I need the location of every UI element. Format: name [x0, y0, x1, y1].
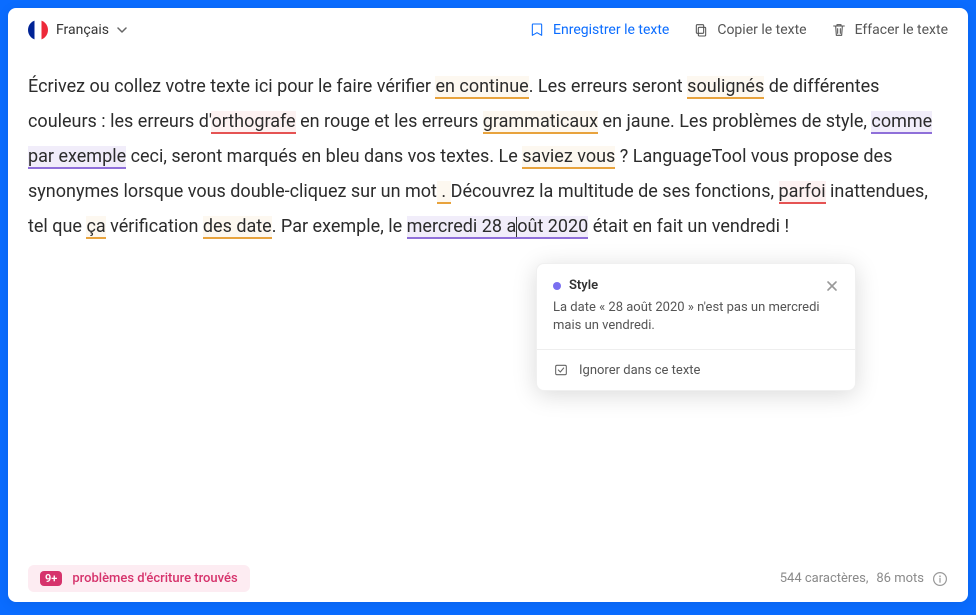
- grammar-error[interactable]: saviez vous: [522, 146, 615, 169]
- text-fragment: était en fait un vendredi !: [588, 216, 789, 237]
- popup-message: La date « 28 août 2020 » n'est pas un me…: [537, 299, 855, 349]
- copy-label: Copier le texte: [717, 22, 806, 38]
- text-fragment: Écrivez ou collez votre texte ici pour l…: [28, 76, 435, 97]
- editor-card: Français Enregistrer le texte Copier le …: [8, 8, 968, 602]
- text-fragment: oût 2020: [517, 216, 588, 237]
- toolbar-actions: Enregistrer le texte Copier le texte Eff…: [529, 22, 948, 38]
- ignore-label: Ignorer dans ce texte: [579, 363, 700, 378]
- text-fragment: ceci, seront marqués en bleu dans vos te…: [126, 146, 522, 167]
- issues-count: 9+: [40, 571, 62, 586]
- word-count: 86 mots: [876, 571, 924, 586]
- text-fragment: mercredi 28 a: [407, 216, 517, 237]
- info-button[interactable]: [932, 571, 948, 587]
- copy-icon: [693, 22, 709, 38]
- toolbar: Français Enregistrer le texte Copier le …: [8, 8, 968, 53]
- text-fragment: . Par exemple, le: [272, 216, 407, 237]
- save-label: Enregistrer le texte: [553, 22, 669, 38]
- ignore-button[interactable]: Ignorer dans ce texte: [537, 350, 855, 390]
- clear-button[interactable]: Effacer le texte: [831, 22, 948, 38]
- grammar-error[interactable]: ça: [86, 216, 105, 239]
- grammar-error[interactable]: en continue: [435, 76, 528, 99]
- chevron-down-icon: [117, 25, 127, 35]
- close-icon: [826, 280, 838, 292]
- clear-label: Effacer le texte: [855, 22, 948, 38]
- text-fragment: en jaune. Les problèmes de style,: [598, 111, 871, 132]
- spelling-error[interactable]: parfoi: [779, 181, 826, 204]
- trash-icon: [831, 22, 847, 38]
- popup-category: Style: [569, 278, 817, 293]
- text-fragment: vérification: [106, 216, 203, 237]
- text-fragment: . Les erreurs seront: [529, 76, 687, 97]
- char-count: 544 caractères,: [780, 571, 869, 586]
- spelling-error[interactable]: orthografe: [211, 111, 295, 134]
- grammar-error[interactable]: .: [437, 181, 451, 204]
- issues-label: problèmes d'écriture trouvés: [72, 571, 237, 586]
- copy-button[interactable]: Copier le texte: [693, 22, 806, 38]
- issues-badge[interactable]: 9+ problèmes d'écriture trouvés: [28, 565, 250, 592]
- text-fragment: Découvrez la multitude de ses fonctions,: [451, 181, 779, 202]
- category-dot-icon: [553, 282, 561, 290]
- grammar-error[interactable]: grammaticaux: [483, 111, 598, 134]
- text-fragment: en rouge et les erreurs: [296, 111, 483, 132]
- style-error-active[interactable]: mercredi 28 août 2020: [407, 216, 589, 239]
- save-button[interactable]: Enregistrer le texte: [529, 22, 669, 38]
- popup-header: Style: [537, 264, 855, 299]
- flag-france-icon: [28, 20, 48, 40]
- bookmark-icon: [529, 22, 545, 38]
- footer-stats: 544 caractères, 86 mots: [780, 571, 948, 587]
- language-label: Français: [56, 22, 109, 38]
- grammar-error[interactable]: des date: [203, 216, 272, 239]
- info-icon: [932, 571, 948, 587]
- ignore-icon: [553, 362, 569, 378]
- app-frame: Français Enregistrer le texte Copier le …: [0, 0, 976, 615]
- footer: 9+ problèmes d'écriture trouvés 544 cara…: [8, 555, 968, 602]
- editor-text[interactable]: Écrivez ou collez votre texte ici pour l…: [28, 69, 948, 244]
- grammar-error[interactable]: soulignés: [687, 76, 764, 99]
- language-selector[interactable]: Français: [28, 20, 127, 40]
- close-button[interactable]: [825, 279, 839, 293]
- suggestion-popup: Style La date « 28 août 2020 » n'est pas…: [536, 263, 856, 391]
